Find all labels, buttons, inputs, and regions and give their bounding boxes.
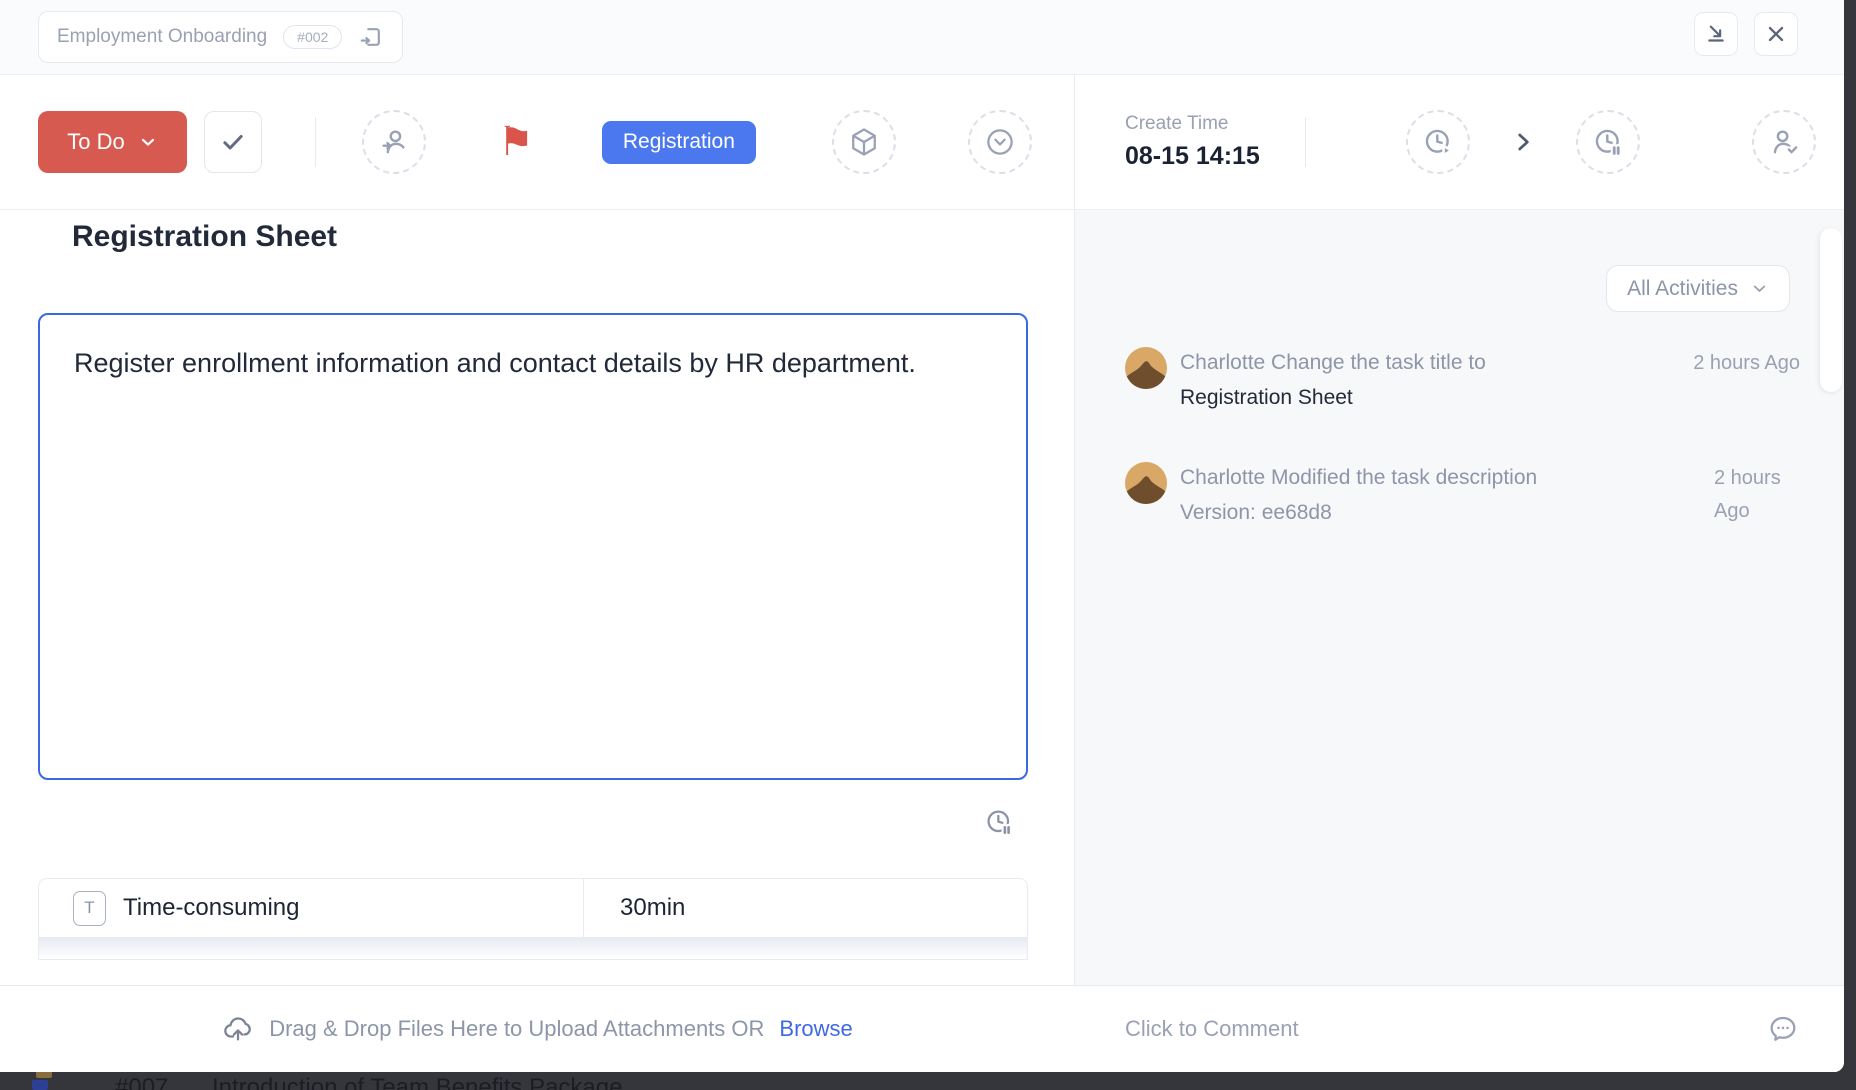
activity-column: Create Time 08-15 14:15 (1075, 75, 1844, 1072)
chevron-down-icon (1750, 279, 1769, 298)
comment-input-bar[interactable]: Click to Comment (1075, 985, 1844, 1072)
comment-placeholder: Click to Comment (1125, 1016, 1299, 1042)
complete-task-button[interactable] (204, 111, 262, 173)
activity-scrollbar-thumb[interactable] (1820, 228, 1842, 392)
underlay-color-chip-blue (32, 1080, 48, 1090)
browse-link[interactable]: Browse (779, 1016, 852, 1042)
activity-filter-label: All Activities (1627, 277, 1738, 301)
priority-flag-icon[interactable]: ⚑ (498, 122, 534, 162)
circled-v-icon (983, 125, 1017, 159)
field-row-time-consuming: T Time-consuming 30min (39, 879, 1027, 938)
task-content: Registration Sheet Register enrollment i… (0, 210, 1074, 985)
cloud-upload-icon (222, 1013, 254, 1045)
avatar (1125, 462, 1167, 504)
tag-registration[interactable]: Registration (602, 121, 756, 164)
custom-fields-table: T Time-consuming 30min (38, 878, 1028, 960)
check-icon (218, 127, 248, 157)
minimize-button[interactable] (1694, 12, 1738, 56)
activity-text: Charlotte Change the task title to Regis… (1180, 345, 1600, 415)
activity-text-gray: Charlotte Modified the task description … (1180, 466, 1537, 524)
task-id-badge: #002 (283, 25, 342, 49)
cube-icon (847, 125, 881, 159)
start-time-button[interactable] (1406, 110, 1470, 174)
modal-body: To Do (0, 75, 1844, 1072)
underlay-task-title: Introduction of Team Benefits Package (212, 1074, 622, 1090)
comment-bubble-icon[interactable] (1766, 1012, 1800, 1046)
toolbar-divider (315, 117, 316, 167)
assignee-button[interactable] (362, 110, 426, 174)
field-label-cell[interactable]: T Time-consuming (39, 879, 584, 937)
field-row-partial (39, 938, 1027, 959)
activity-text: Charlotte Modified the task description … (1180, 460, 1540, 530)
activity-item: Charlotte Modified the task description … (1125, 460, 1804, 530)
activity-timestamp: 2 hours Ago (1693, 347, 1800, 380)
dropzone-text: Drag & Drop Files Here to Upload Attachm… (269, 1016, 764, 1042)
task-title[interactable]: Registration Sheet (72, 220, 337, 254)
clock-pause-icon (1591, 125, 1625, 159)
create-time-value: 08-15 14:15 (1125, 142, 1255, 171)
activity-timestamp: 2 hours Ago (1714, 462, 1800, 528)
description-textarea[interactable]: Register enrollment information and cont… (38, 313, 1028, 780)
field-label: Time-consuming (123, 894, 300, 922)
status-dropdown-button[interactable]: To Do (38, 111, 187, 173)
meta-divider (1305, 117, 1306, 167)
chevron-right-icon (1510, 129, 1536, 155)
end-time-button[interactable] (1576, 110, 1640, 174)
status-label: To Do (67, 129, 124, 155)
screen: #007 Introduction of Team Benefits Packa… (0, 0, 1856, 1090)
module-button[interactable] (832, 110, 896, 174)
close-button[interactable] (1754, 12, 1798, 56)
person-check-icon (1767, 125, 1801, 159)
tag-label: Registration (623, 130, 735, 154)
task-name-label: Employment Onboarding (57, 26, 267, 48)
activity-filter-button[interactable]: All Activities (1606, 265, 1790, 312)
underlay-task-id: #007 (115, 1074, 168, 1090)
reviewer-button[interactable] (1752, 110, 1816, 174)
avatar (1125, 347, 1167, 389)
activity-text-dark: Registration Sheet (1180, 386, 1353, 409)
create-time-label: Create Time (1125, 113, 1255, 135)
activity-item: Charlotte Change the task title to Regis… (1125, 345, 1804, 415)
field-value: 30min (620, 894, 685, 922)
task-toolbar: To Do (0, 75, 1074, 210)
meta-header: Create Time 08-15 14:15 (1075, 75, 1844, 210)
create-time-block: Create Time 08-15 14:15 (1125, 113, 1255, 171)
assign-person-icon (377, 125, 411, 159)
chevron-down-icon (138, 132, 158, 152)
titlebar: Employment Onboarding #002 (0, 0, 1844, 75)
task-main-column: To Do (0, 75, 1075, 1072)
jump-to-task-icon[interactable] (358, 24, 384, 50)
task-name-box[interactable]: Employment Onboarding #002 (38, 11, 403, 63)
activity-feed: All Activities Char (1075, 210, 1844, 985)
attachment-dropzone[interactable]: Drag & Drop Files Here to Upload Attachm… (0, 985, 1075, 1072)
description-history-clock-icon[interactable] (983, 806, 1015, 838)
clock-start-icon (1421, 125, 1455, 159)
version-button[interactable] (968, 110, 1032, 174)
field-value-cell[interactable]: 30min (584, 879, 1027, 937)
text-field-type-icon: T (73, 891, 106, 926)
task-detail-modal: Employment Onboarding #002 (0, 0, 1844, 1072)
activity-text-gray: Charlotte Change the task title to (1180, 351, 1486, 374)
